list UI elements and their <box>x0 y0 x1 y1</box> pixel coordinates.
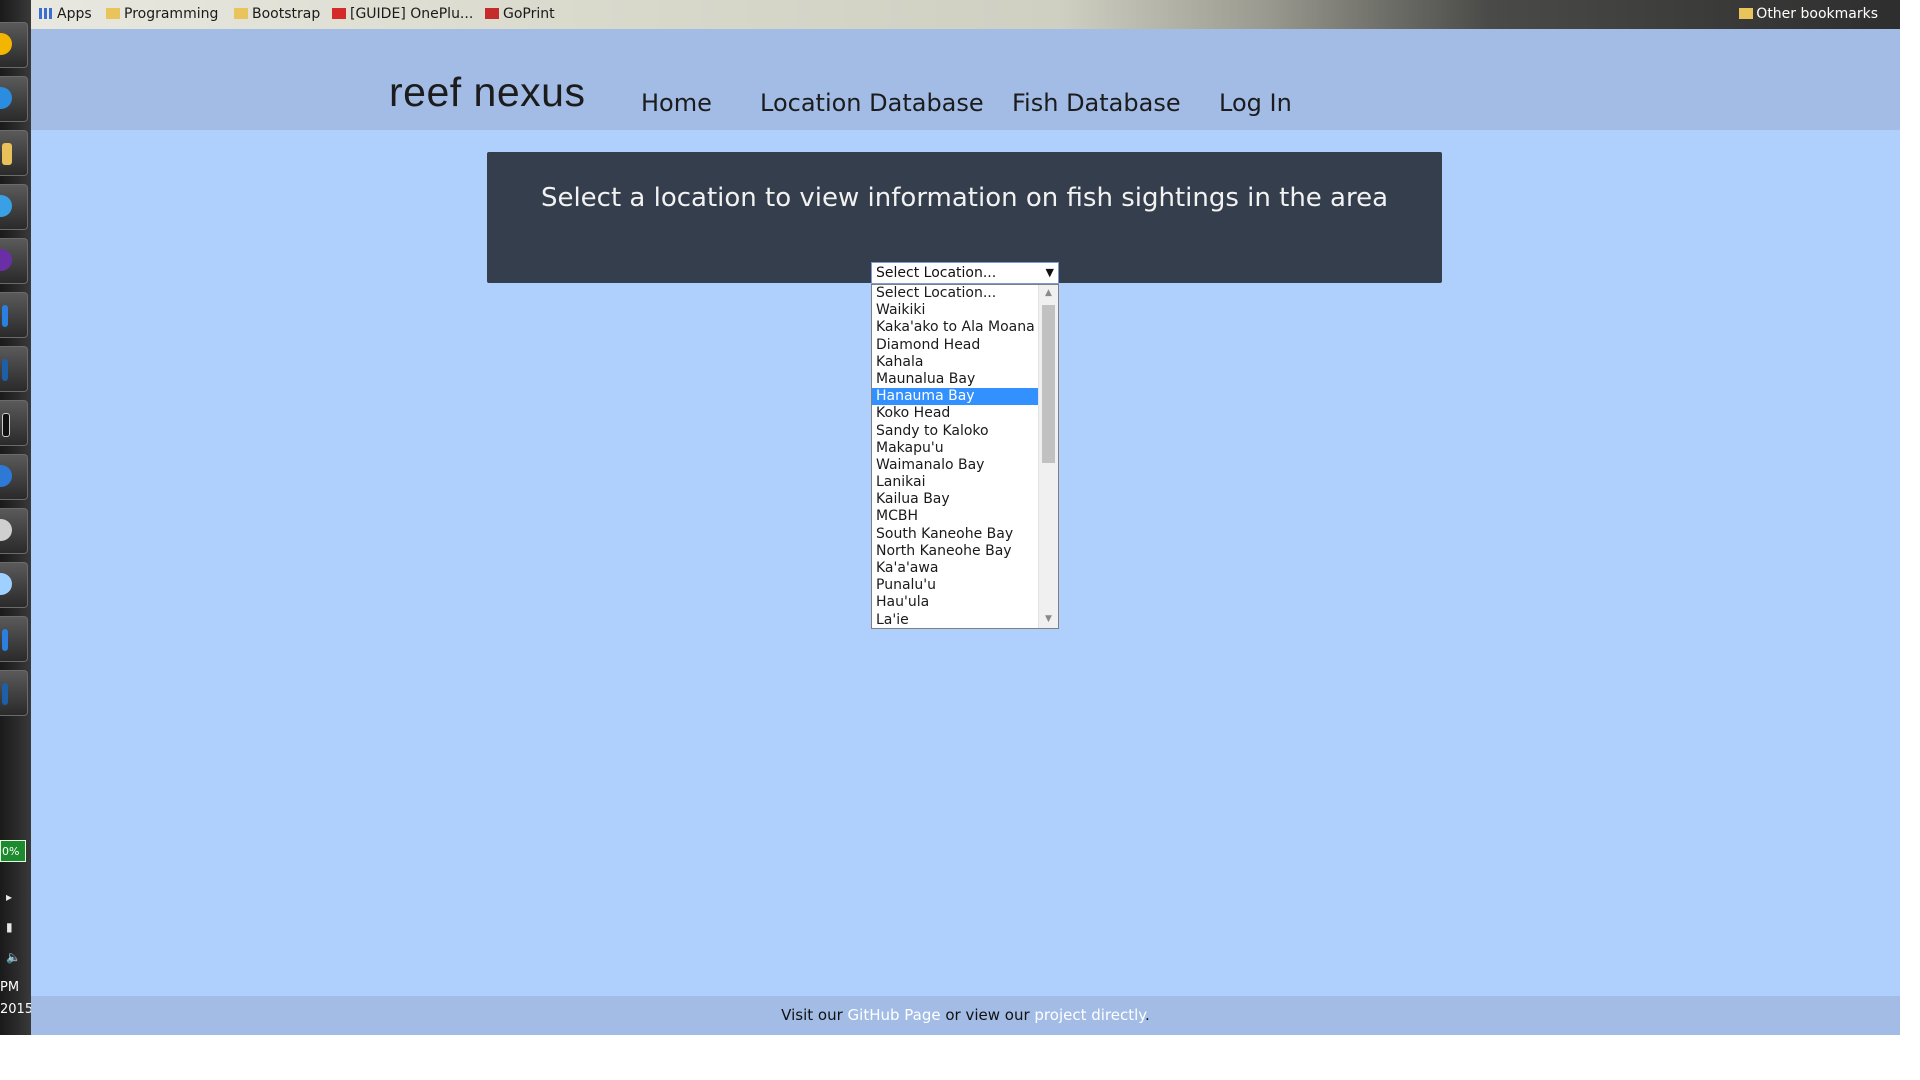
bookmark-guide-oneplus[interactable]: [GUIDE] OnePlu... <box>332 6 473 22</box>
power-icon[interactable]: ▮ <box>6 920 13 934</box>
location-option[interactable]: South Kaneohe Bay <box>872 526 1039 543</box>
location-option[interactable]: Diamond Head <box>872 337 1039 354</box>
location-option[interactable]: North Kaneohe Bay <box>872 543 1039 560</box>
location-dropdown-list[interactable]: Select Location... Waikiki Kaka'ako to Ala… <box>871 284 1059 629</box>
clock-date[interactable]: 2015 <box>0 1002 33 1017</box>
scrollbar-thumb[interactable] <box>1042 305 1055 463</box>
site-brand[interactable]: reef nexus <box>389 69 585 116</box>
location-option[interactable]: Hau'ula <box>872 594 1039 611</box>
location-options: Select Location... Waikiki Kaka'ako to Ala… <box>872 285 1039 628</box>
clock-time[interactable]: PM <box>0 980 19 995</box>
ie-taskbar-icon[interactable] <box>0 76 28 122</box>
apps-grid-icon <box>39 8 53 19</box>
location-option[interactable]: Sandy to Kaloko <box>872 423 1039 440</box>
folder-icon <box>106 8 120 19</box>
terminal-taskbar-icon[interactable] <box>0 400 28 446</box>
site-footer: Visit our GitHub Page or view our projec… <box>31 996 1900 1035</box>
app3-taskbar-icon[interactable] <box>0 670 28 716</box>
select-value: Select Location... <box>876 265 997 281</box>
location-select[interactable]: Select Location... ▼ <box>871 262 1059 284</box>
nav-log-in[interactable]: Log In <box>1219 89 1292 117</box>
nav-fish-database[interactable]: Fish Database <box>1012 89 1181 117</box>
bookmark-programming[interactable]: Programming <box>106 6 218 22</box>
location-option[interactable]: Kahala <box>872 354 1039 371</box>
bulb-taskbar-icon[interactable] <box>0 562 28 608</box>
chrome-taskbar-icon[interactable] <box>0 22 28 68</box>
location-option[interactable]: Kailua Bay <box>872 491 1039 508</box>
bookmark-apps[interactable]: Apps <box>39 6 92 22</box>
browser-taskbar-icon[interactable] <box>0 454 28 500</box>
dropdown-scrollbar[interactable]: ▲ ▼ <box>1038 285 1058 628</box>
app-taskbar-icon[interactable] <box>0 292 28 338</box>
other-bookmarks[interactable]: Other bookmarks <box>1739 6 1878 22</box>
location-option[interactable]: MCBH <box>872 508 1039 525</box>
paint-taskbar-icon[interactable] <box>0 184 28 230</box>
nav-home[interactable]: Home <box>641 89 712 117</box>
project-link[interactable]: project directly <box>1034 1006 1145 1024</box>
panel-title: Select a location to view information on… <box>540 183 1389 213</box>
location-option[interactable]: Kaka'ako to Ala Moana <box>872 319 1039 336</box>
folder-icon <box>234 8 248 19</box>
location-option[interactable]: Makapu'u <box>872 440 1039 457</box>
location-option[interactable]: Punalu'u <box>872 577 1039 594</box>
bookmark-goprint[interactable]: GoPrint <box>485 6 555 22</box>
bookmarks-bar: Apps Programming Bootstrap [GUIDE] OnePl… <box>31 0 1900 29</box>
goprint-icon <box>485 8 499 19</box>
battery-indicator[interactable]: 0% <box>0 840 26 862</box>
location-option[interactable]: La'ie <box>872 612 1039 628</box>
tray-expand-icon[interactable]: ▸ <box>6 890 12 904</box>
bookmark-bootstrap[interactable]: Bootstrap <box>234 6 320 22</box>
page-content: reef nexus Home Location Database Fish D… <box>31 29 1900 1035</box>
file-explorer-taskbar-icon[interactable] <box>0 130 28 176</box>
scroll-up-arrow-icon[interactable]: ▲ <box>1039 285 1058 302</box>
media-taskbar-icon[interactable] <box>0 238 28 284</box>
location-option[interactable]: Ka'a'awa <box>872 560 1039 577</box>
location-option[interactable]: Maunalua Bay <box>872 371 1039 388</box>
tool-taskbar-icon[interactable] <box>0 508 28 554</box>
app2-taskbar-icon[interactable] <box>0 616 28 662</box>
location-option[interactable]: Hanauma Bay <box>872 388 1039 406</box>
volume-icon[interactable]: 🔈 <box>6 950 21 964</box>
github-page-link[interactable]: GitHub Page <box>848 1006 941 1024</box>
nav-location-database[interactable]: Location Database <box>760 89 984 117</box>
folder-icon <box>1739 8 1754 19</box>
oneplus-icon <box>332 8 346 19</box>
windows-taskbar: 0% ▸ ▮ 🔈 PM 2015 <box>0 0 33 1035</box>
location-option[interactable]: Lanikai <box>872 474 1039 491</box>
location-option[interactable]: Waikiki <box>872 302 1039 319</box>
location-option[interactable]: Select Location... <box>872 285 1039 302</box>
scroll-down-arrow-icon[interactable]: ▼ <box>1039 611 1058 628</box>
photoshop-taskbar-icon[interactable] <box>0 346 28 392</box>
dropdown-arrow-icon: ▼ <box>1045 266 1054 279</box>
site-navbar: reef nexus Home Location Database Fish D… <box>31 29 1900 130</box>
location-option[interactable]: Waimanalo Bay <box>872 457 1039 474</box>
location-option[interactable]: Koko Head <box>872 405 1039 422</box>
